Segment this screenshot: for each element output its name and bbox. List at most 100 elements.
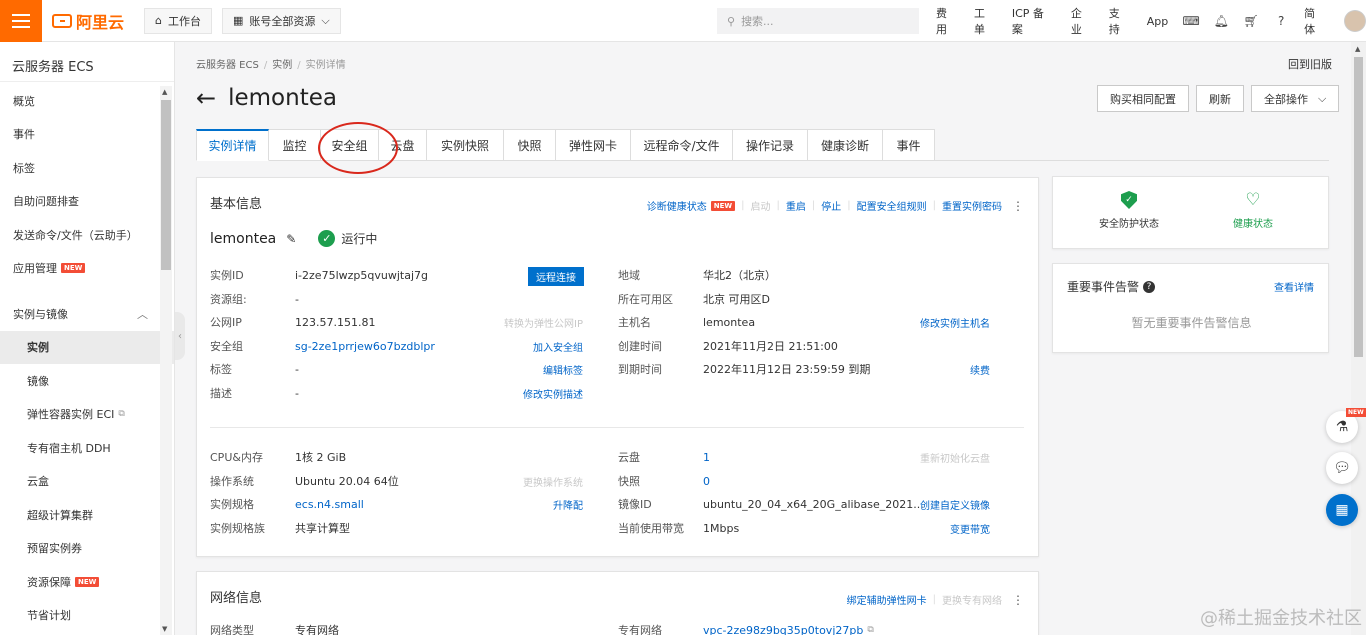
brand-logo[interactable]: 阿里云 bbox=[52, 9, 134, 33]
health-status[interactable]: ♡ 健康状态 bbox=[1193, 191, 1313, 230]
view-details-link[interactable]: 查看详情 bbox=[1274, 279, 1314, 294]
tab-operation-logs[interactable]: 操作记录 bbox=[733, 129, 808, 161]
scroll-up-icon[interactable]: ▲ bbox=[162, 88, 167, 96]
tab-monitoring[interactable]: 监控 bbox=[269, 129, 321, 161]
config-security-group-link[interactable]: 配置安全组规则 bbox=[857, 198, 927, 213]
apps-icon[interactable]: ▦ bbox=[1326, 494, 1358, 526]
main-scrollbar[interactable]: ▲ bbox=[1351, 42, 1366, 635]
breadcrumb-ecs[interactable]: 云服务器 ECS bbox=[196, 60, 259, 71]
search-input[interactable]: ⚲ 搜索... bbox=[717, 8, 919, 34]
more-icon[interactable]: ⋮ bbox=[1012, 593, 1024, 607]
sidebar-item-reserved[interactable]: 预留实例券 bbox=[0, 532, 174, 566]
row-action[interactable]: 创建自定义镜像 bbox=[920, 497, 990, 512]
scrollbar-thumb[interactable] bbox=[161, 100, 171, 270]
row-action[interactable]: 编辑标签 bbox=[543, 362, 583, 377]
breadcrumb-instances[interactable]: 实例 bbox=[272, 60, 292, 71]
language-switch[interactable]: 简体 bbox=[1304, 5, 1326, 37]
workbench-button[interactable]: ⌂ 工作台 bbox=[144, 7, 212, 34]
sidebar-item-assurance[interactable]: 资源保障 NEW bbox=[0, 565, 174, 599]
new-badge: NEW bbox=[61, 263, 86, 274]
scroll-down-icon[interactable]: ▼ bbox=[162, 625, 167, 633]
sidebar-item-instances[interactable]: 实例 bbox=[0, 330, 174, 364]
row-label: 专有网络 bbox=[618, 624, 662, 635]
security-status[interactable]: ✓ 安全防护状态 bbox=[1069, 191, 1189, 230]
tags-value: - bbox=[295, 361, 299, 377]
separator: | bbox=[932, 200, 936, 211]
disks-count-link[interactable]: 1 bbox=[703, 451, 710, 464]
row-action[interactable]: 加入安全组 bbox=[533, 339, 583, 354]
back-arrow-icon[interactable]: ← bbox=[196, 84, 216, 112]
help-icon[interactable]: ? bbox=[1143, 280, 1156, 293]
sidebar-item-ddh[interactable]: 专有宿主机 DDH bbox=[0, 431, 174, 465]
row-action[interactable]: 升降配 bbox=[553, 497, 583, 512]
tab-snapshots[interactable]: 快照 bbox=[504, 129, 556, 161]
reset-password-link[interactable]: 重置实例密码 bbox=[942, 198, 1002, 213]
row-label: 安全组 bbox=[210, 340, 243, 353]
diagnose-health-link[interactable]: 诊断健康状态 bbox=[647, 198, 707, 213]
sidebar-item-cloud-assistant[interactable]: 发送命令/文件（云助手） bbox=[0, 218, 174, 252]
sidebar-item-scc[interactable]: 超级计算集群 bbox=[0, 498, 174, 532]
sidebar-item-troubleshoot[interactable]: 自助问题排查 bbox=[0, 185, 174, 219]
row-action[interactable]: 修改实例主机名 bbox=[920, 315, 990, 330]
row-action[interactable]: 续费 bbox=[970, 362, 990, 377]
top-link-app[interactable]: App bbox=[1147, 15, 1169, 28]
sidebar: 云服务器 ECS 概览 事件 标签 自助问题排查 发送命令/文件（云助手） 应用… bbox=[0, 42, 175, 635]
renew-link: 续费 bbox=[970, 361, 990, 377]
tab-health-diagnosis[interactable]: 健康诊断 bbox=[808, 129, 883, 161]
row-action[interactable]: 修改实例描述 bbox=[523, 386, 583, 401]
sidebar-item-overview[interactable]: 概览 bbox=[0, 84, 174, 118]
refresh-button[interactable]: 刷新 bbox=[1196, 85, 1244, 112]
scrollbar-thumb[interactable] bbox=[1354, 57, 1363, 357]
top-link-enterprise[interactable]: 企业 bbox=[1071, 5, 1093, 37]
row-label: 快照 bbox=[618, 475, 640, 488]
sidebar-group-instances-images[interactable]: 实例与镜像 ︿ bbox=[0, 297, 174, 331]
sidebar-item-images[interactable]: 镜像 bbox=[0, 364, 174, 398]
bell-icon[interactable]: 🔔︎ bbox=[1214, 14, 1229, 28]
sidebar-item-app-management[interactable]: 应用管理 NEW bbox=[0, 252, 174, 286]
sidebar-item-cloudbox[interactable]: 云盒 bbox=[0, 465, 174, 499]
new-badge: NEW bbox=[75, 576, 100, 587]
security-group-link[interactable]: sg-2ze1prrjew6o7bzdblpr bbox=[295, 340, 435, 353]
top-link-fees[interactable]: 费用 bbox=[936, 5, 958, 37]
network-info-title: 网络信息 bbox=[210, 591, 263, 606]
tab-instance-details[interactable]: 实例详情 bbox=[196, 129, 269, 161]
vpc-link[interactable]: vpc-2ze98z9bq35p0tovj27pb bbox=[703, 624, 863, 635]
top-link-support[interactable]: 支持 bbox=[1109, 5, 1131, 37]
tab-instance-snapshots[interactable]: 实例快照 bbox=[427, 129, 504, 161]
remote-connect-button[interactable]: 远程连接 bbox=[528, 267, 584, 286]
all-operations-dropdown[interactable]: 全部操作 ⌵ bbox=[1251, 85, 1340, 112]
snapshots-count-link[interactable]: 0 bbox=[703, 475, 710, 488]
sidebar-item-eci[interactable]: 弹性容器实例 ECI ⧉ bbox=[0, 398, 174, 432]
menu-icon[interactable] bbox=[0, 0, 42, 42]
sidebar-item-events[interactable]: 事件 bbox=[0, 118, 174, 152]
instance-type-link[interactable]: ecs.n4.small bbox=[295, 498, 364, 511]
tab-remote-commands[interactable]: 远程命令/文件 bbox=[631, 129, 733, 161]
edit-icon[interactable]: ✎ bbox=[286, 232, 296, 246]
sidebar-collapse-handle[interactable]: ‹ bbox=[175, 312, 185, 360]
back-to-old-version-link[interactable]: 回到旧版 bbox=[1288, 56, 1332, 72]
scroll-up-icon[interactable]: ▲ bbox=[1355, 45, 1360, 53]
sidebar-item-tags[interactable]: 标签 bbox=[0, 151, 174, 185]
sidebar-scrollbar[interactable]: ▲ ▼ bbox=[160, 86, 172, 635]
chat-icon[interactable]: 💬︎ bbox=[1326, 452, 1358, 484]
sidebar-item-label: 事件 bbox=[13, 128, 35, 142]
avatar[interactable] bbox=[1344, 10, 1366, 32]
row-action[interactable]: 变更带宽 bbox=[950, 521, 990, 536]
more-icon[interactable]: ⋮ bbox=[1012, 199, 1024, 213]
help-icon[interactable]: ? bbox=[1274, 14, 1288, 28]
row-vpc: 专有网络 bbox=[618, 622, 662, 635]
sidebar-item-savings-plan[interactable]: 节省计划 bbox=[0, 599, 174, 633]
top-link-tickets[interactable]: 工单 bbox=[974, 5, 996, 37]
terminal-icon[interactable]: ⌨ bbox=[1183, 14, 1200, 28]
restart-link[interactable]: 重启 bbox=[786, 198, 806, 213]
tab-eni[interactable]: 弹性网卡 bbox=[556, 129, 631, 161]
top-link-icp[interactable]: ICP 备案 bbox=[1012, 5, 1055, 37]
stop-link[interactable]: 停止 bbox=[821, 198, 841, 213]
row-label: 公网IP bbox=[210, 316, 242, 329]
cart-icon[interactable]: 🛒︎ bbox=[1244, 14, 1259, 28]
buy-same-config-button[interactable]: 购买相同配置 bbox=[1097, 85, 1189, 112]
change-bandwidth-link: 变更带宽 bbox=[950, 520, 990, 536]
bind-eni-link[interactable]: 绑定辅助弹性网卡 bbox=[847, 592, 927, 607]
resource-selector[interactable]: ▦ 账号全部资源 ⌵ bbox=[221, 7, 341, 34]
tab-events[interactable]: 事件 bbox=[883, 129, 935, 161]
